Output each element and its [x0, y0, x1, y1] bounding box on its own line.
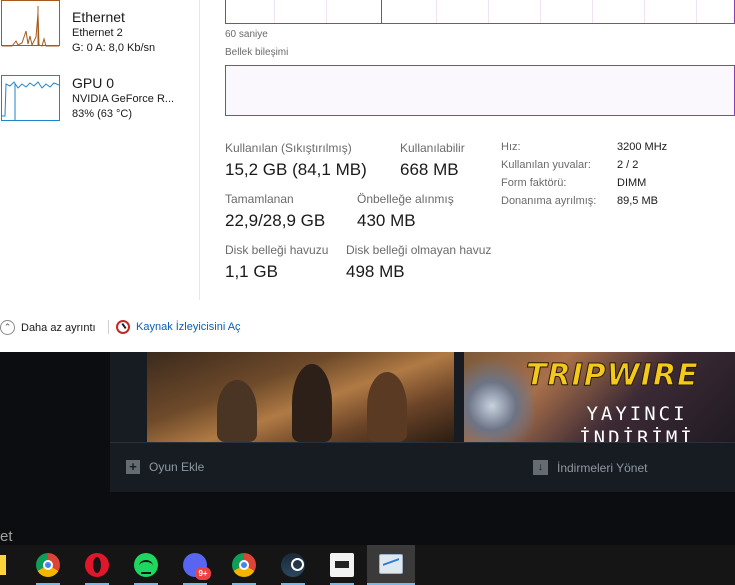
taskbar-steam-button[interactable]	[269, 545, 317, 585]
ethernet-title: Ethernet	[72, 9, 125, 25]
windows-taskbar: 9+	[0, 545, 735, 585]
cached-label: Önbelleğe alınmış	[357, 192, 454, 206]
slots-value: 2 / 2	[617, 159, 639, 171]
taskbar-pubg-button[interactable]	[318, 545, 366, 585]
speed-label: Hız:	[501, 141, 521, 153]
slots-label: Kullanılan yuvalar:	[501, 159, 591, 171]
gpu-title: GPU 0	[72, 75, 115, 91]
sidebar-item-ethernet[interactable]: Ethernet Ethernet 2 G: 0 A: 8,0 Kb/sn	[0, 0, 199, 62]
task-manager-icon	[379, 554, 403, 574]
hardware-reserved-label: Donanıma ayrılmış:	[501, 195, 597, 207]
manage-downloads-button[interactable]: ↓ İndirmeleri Yönet	[533, 460, 648, 475]
steam-library-panel: TRIPWIRE YAYINCI İNDİRİMİ + Oyun Ekle ↓ …	[110, 352, 735, 492]
discord-notification-badge: 9+	[195, 567, 211, 580]
memory-usage-line	[381, 0, 382, 23]
speed-value: 3200 MHz	[617, 141, 668, 153]
taskbar-spotify-button[interactable]	[122, 545, 170, 585]
add-game-label: Oyun Ekle	[149, 460, 205, 474]
fewer-details-label: Daha az ayrıntı	[21, 321, 96, 334]
available-label: Kullanılabilir	[400, 141, 465, 155]
chrome-icon	[36, 553, 60, 577]
tripwire-sale-card[interactable]: TRIPWIRE YAYINCI İNDİRİMİ	[464, 352, 735, 442]
paged-pool-label: Disk belleği havuzu	[225, 243, 329, 257]
banner-figure	[367, 372, 407, 442]
taskbar-task-manager-button[interactable]	[367, 545, 415, 585]
taskbar-discord-button[interactable]: 9+	[171, 545, 219, 585]
spotify-icon	[134, 553, 158, 577]
ethernet-adapter-name: Ethernet 2	[72, 27, 123, 39]
form-factor-label: Form faktörü:	[501, 177, 567, 189]
open-resource-monitor-link[interactable]: Kaynak İzleyicisini Aç	[116, 320, 241, 334]
add-game-button[interactable]: + Oyun Ekle	[126, 460, 204, 474]
gpu-mini-graph	[1, 75, 60, 121]
nonpaged-pool-value: 498 MB	[346, 262, 405, 281]
gpu-usage: 83% (63 °C)	[72, 108, 133, 120]
promo-splash-art	[464, 352, 534, 442]
performance-sidebar: Ethernet Ethernet 2 G: 0 A: 8,0 Kb/sn GP…	[0, 0, 200, 300]
available-value: 668 MB	[400, 160, 459, 179]
fewer-details-button[interactable]: ⌃ Daha az ayrıntı	[0, 320, 96, 335]
graph-time-caption: 60 saniye	[225, 29, 268, 40]
pinned-folder-icon-edge[interactable]	[0, 555, 6, 575]
footer-separator	[108, 320, 109, 334]
task-manager-footer: ⌃ Daha az ayrıntı Kaynak İzleyicisini Aç	[0, 313, 735, 343]
banner-figure	[217, 380, 257, 442]
tripwire-logo: TRIPWIRE	[526, 358, 699, 394]
discord-icon: 9+	[183, 553, 211, 580]
memory-composition-bar	[225, 65, 735, 116]
memory-usage-graph	[225, 0, 735, 24]
taskbar-chrome-profile-button[interactable]	[220, 545, 268, 585]
sidebar-item-gpu[interactable]: GPU 0 NVIDIA GeForce R... 83% (63 °C)	[0, 75, 199, 137]
gpu-sparkline	[2, 81, 60, 120]
background-text-fragment: et	[0, 528, 13, 545]
task-manager-window: Ethernet Ethernet 2 G: 0 A: 8,0 Kb/sn GP…	[0, 0, 735, 352]
pubg-icon	[330, 553, 354, 577]
ethernet-mini-graph	[1, 0, 60, 47]
cached-value: 430 MB	[357, 211, 416, 230]
ethernet-sparkline	[2, 6, 59, 47]
memory-composition-label: Bellek bileşimi	[225, 47, 289, 58]
steam-bottom-bar: + Oyun Ekle ↓ İndirmeleri Yönet	[110, 442, 735, 492]
banner-figure	[292, 364, 332, 442]
paged-pool-value: 1,1 GB	[225, 262, 278, 281]
steam-icon	[281, 553, 305, 577]
ethernet-rate: G: 0 A: 8,0 Kb/sn	[72, 42, 156, 54]
opera-icon	[85, 553, 109, 577]
nonpaged-pool-label: Disk belleği olmayan havuz	[346, 243, 492, 257]
taskbar-chrome-button[interactable]	[24, 545, 72, 585]
committed-value: 22,9/28,9 GB	[225, 211, 326, 230]
chevron-up-icon: ⌃	[0, 320, 15, 335]
in-use-label: Kullanılan (Sıkıştırılmış)	[225, 141, 352, 155]
memory-panel: 60 saniye Bellek bileşimi Kullanılan (Sı…	[200, 0, 735, 300]
download-icon: ↓	[533, 460, 548, 475]
game-banner-card[interactable]	[147, 352, 454, 442]
form-factor-value: DIMM	[617, 177, 647, 189]
committed-label: Tamamlanan	[225, 192, 294, 206]
resource-monitor-label: Kaynak İzleyicisini Aç	[136, 321, 241, 333]
publisher-sale-text: YAYINCI İNDİRİMİ	[579, 403, 695, 442]
steam-window: TRIPWIRE YAYINCI İNDİRİMİ + Oyun Ekle ↓ …	[0, 352, 735, 545]
resource-monitor-icon	[116, 320, 130, 334]
screen: Ethernet Ethernet 2 G: 0 A: 8,0 Kb/sn GP…	[0, 0, 735, 585]
taskbar-opera-button[interactable]	[73, 545, 121, 585]
in-use-value: 15,2 GB (84,1 MB)	[225, 160, 367, 179]
plus-icon: +	[126, 460, 140, 474]
chrome-icon	[232, 553, 256, 577]
gpu-model-name: NVIDIA GeForce R...	[72, 93, 175, 105]
hardware-reserved-value: 89,5 MB	[617, 195, 658, 207]
manage-downloads-label: İndirmeleri Yönet	[557, 460, 648, 475]
